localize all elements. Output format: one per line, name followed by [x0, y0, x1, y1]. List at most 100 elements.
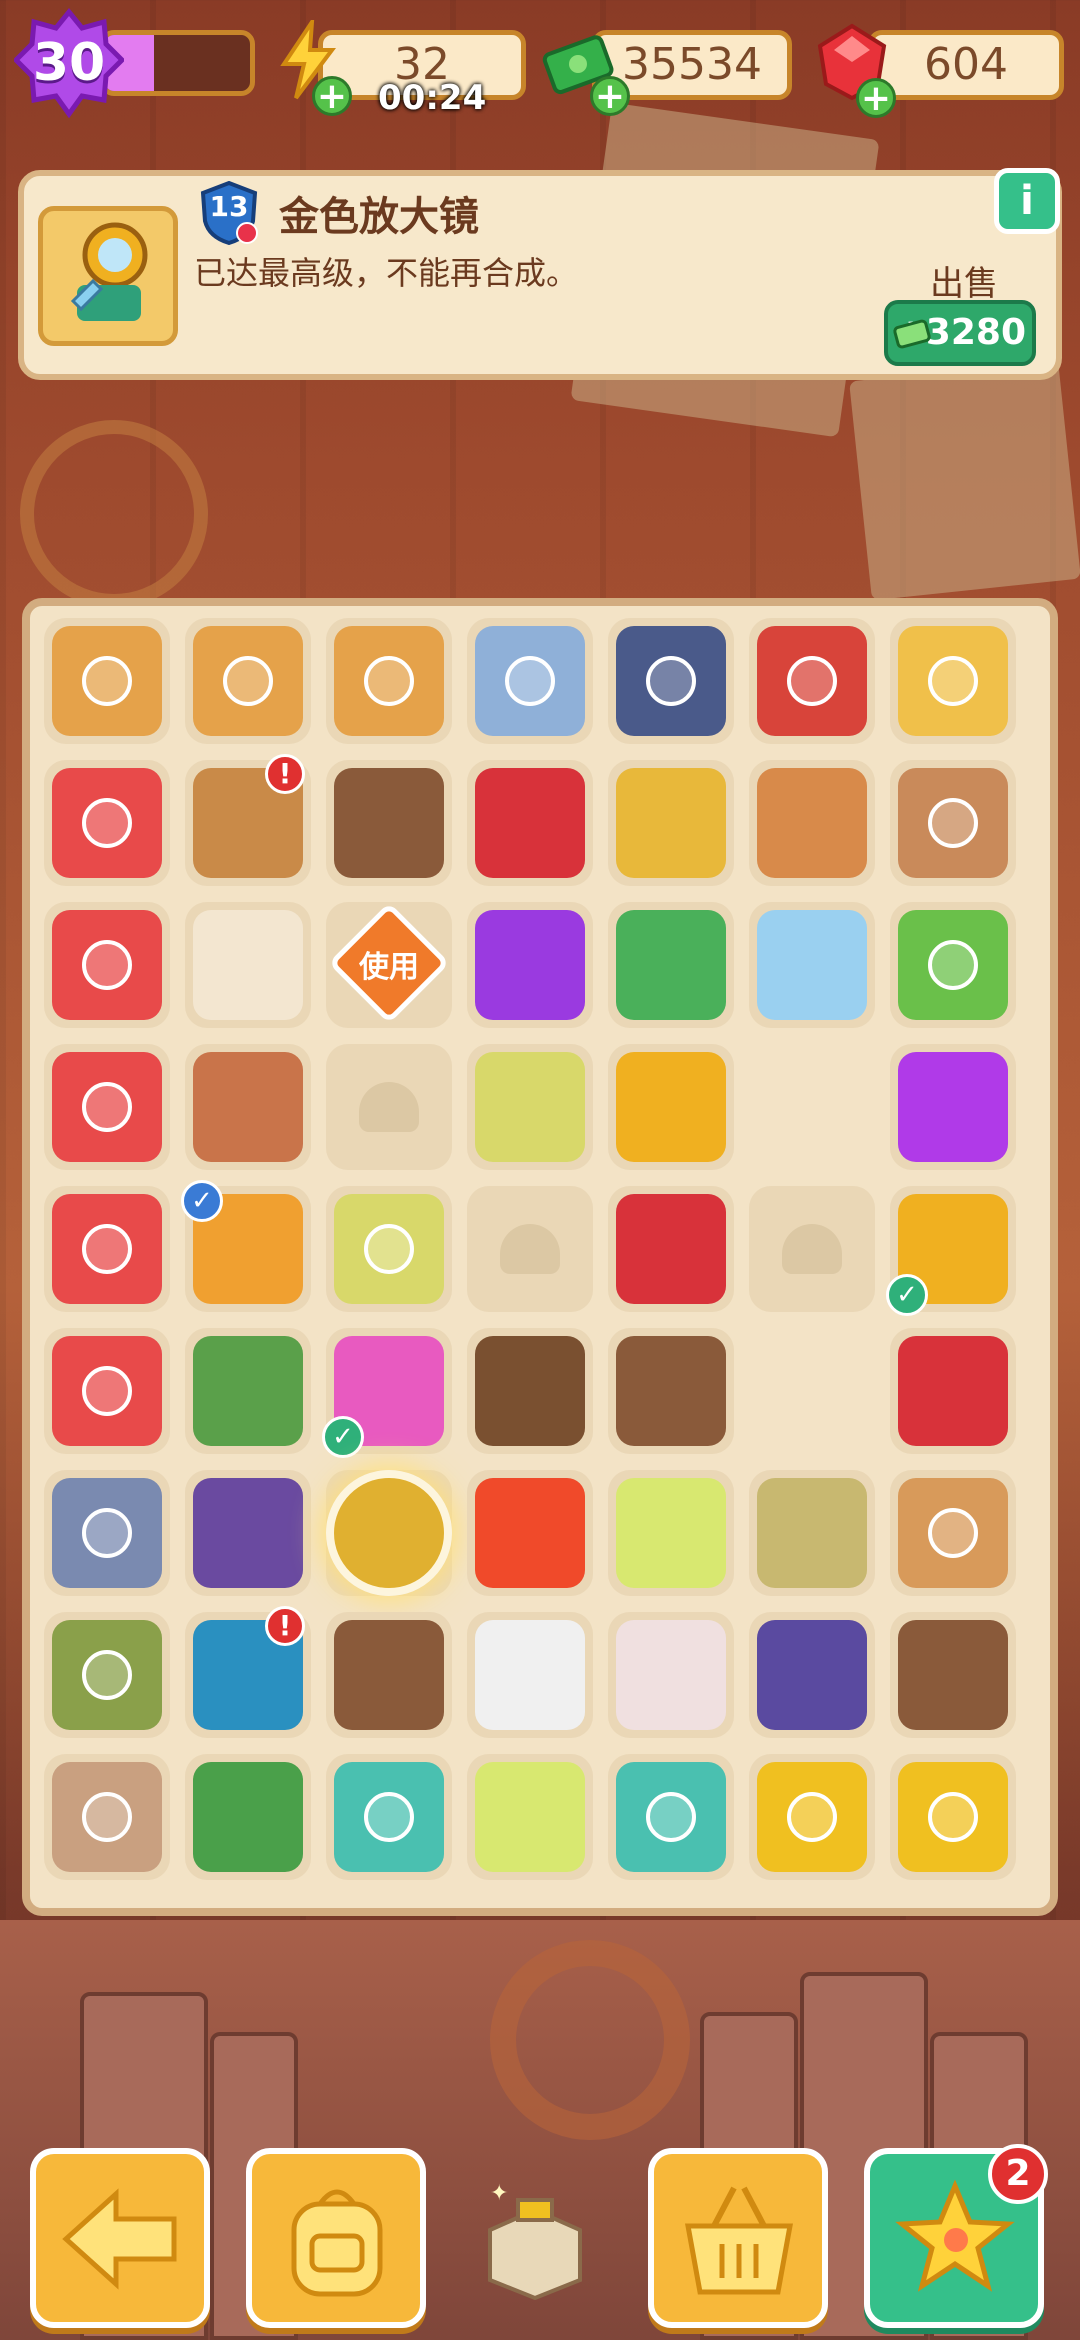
board-cell[interactable]: [185, 1470, 311, 1596]
locked-bubble-ring: [82, 656, 132, 706]
board-cell[interactable]: ✓: [322, 1328, 452, 1458]
empty-board-cell[interactable]: [467, 1186, 593, 1312]
trophy-icon: [334, 1478, 444, 1588]
board-cell[interactable]: [608, 1612, 734, 1738]
board-cell[interactable]: [185, 1044, 311, 1170]
locked-bubble-ring: [505, 656, 555, 706]
board-cell[interactable]: [185, 618, 311, 744]
board-cell[interactable]: [608, 760, 734, 886]
board-cell[interactable]: [608, 1754, 734, 1880]
board-cell[interactable]: [890, 1044, 1016, 1170]
board-cell[interactable]: [749, 1612, 875, 1738]
board-cell[interactable]: [44, 1044, 170, 1170]
board-cell[interactable]: [608, 618, 734, 744]
board-cell[interactable]: [467, 1754, 593, 1880]
leaf-placeholder-icon: [359, 1082, 419, 1132]
brown-folders-icon: [334, 768, 444, 878]
board-cell[interactable]: [326, 760, 452, 886]
white-glove-icon: [475, 1620, 585, 1730]
bonsai-icon: [193, 1336, 303, 1446]
spray-bottle-icon: [475, 1762, 585, 1872]
board-cell[interactable]: [326, 1186, 452, 1312]
board-cell[interactable]: [44, 1328, 170, 1454]
small-pot-icon: [193, 1052, 303, 1162]
board-cell[interactable]: [890, 618, 1016, 744]
add-cash-button[interactable]: +: [590, 76, 630, 116]
locked-bubble-ring: [928, 656, 978, 706]
board-cell[interactable]: [749, 618, 875, 744]
board-cell[interactable]: 使用: [326, 902, 452, 1028]
board-cell[interactable]: [467, 1044, 593, 1170]
board-cell[interactable]: [44, 1186, 170, 1312]
board-cell[interactable]: [467, 902, 593, 1028]
empty-board-cell[interactable]: [749, 1328, 875, 1454]
empty-board-cell[interactable]: [749, 1044, 875, 1170]
board-cell[interactable]: !: [185, 754, 311, 886]
locked-bubble-ring: [646, 656, 696, 706]
add-gems-button[interactable]: +: [856, 78, 896, 118]
board-cell[interactable]: [890, 1612, 1016, 1738]
board-cell[interactable]: [749, 1754, 875, 1880]
empty-board-cell[interactable]: [749, 1186, 875, 1312]
board-cell[interactable]: [467, 1612, 593, 1738]
info-button[interactable]: i: [994, 168, 1060, 234]
purple-gem-icon: [898, 1052, 1008, 1162]
magnifier-decor: [490, 1940, 690, 2140]
toolbox-icon[interactable]: ✦: [470, 2180, 600, 2300]
board-cell[interactable]: [467, 760, 593, 886]
leaf-placeholder-icon: [500, 1224, 560, 1274]
board-cell[interactable]: [467, 1470, 593, 1596]
board-cell[interactable]: [326, 618, 452, 744]
locked-bubble-ring: [928, 940, 978, 990]
board-cell[interactable]: [608, 1044, 734, 1170]
board-cell[interactable]: [185, 1754, 311, 1880]
board-cell[interactable]: [890, 902, 1016, 1028]
item-name: 金色放大镜: [279, 194, 479, 240]
backpack-button[interactable]: [246, 2148, 426, 2328]
locked-bubble-ring: [82, 1650, 132, 1700]
back-button[interactable]: [30, 2148, 210, 2328]
board-cell[interactable]: [44, 618, 170, 744]
shop-basket-button[interactable]: [648, 2148, 828, 2328]
board-cell[interactable]: [44, 760, 170, 886]
empty-board-cell[interactable]: [326, 1044, 452, 1170]
sell-button[interactable]: +3280: [884, 300, 1036, 366]
board-cell[interactable]: [608, 902, 734, 1028]
add-energy-button[interactable]: +: [312, 76, 352, 116]
board-cell[interactable]: [749, 1470, 875, 1596]
board-cell[interactable]: [890, 1470, 1016, 1596]
board-cell[interactable]: !: [185, 1606, 311, 1738]
merge-board: ! 使用 ✓ ✓ ✓!: [22, 598, 1058, 1916]
board-cell[interactable]: [326, 1470, 452, 1596]
board-cell[interactable]: [44, 1754, 170, 1880]
locked-bubble-ring: [82, 1508, 132, 1558]
board-cell[interactable]: [890, 760, 1016, 886]
locked-bubble-ring: [928, 798, 978, 848]
locked-bubble-ring: [646, 1792, 696, 1842]
bicycle-icon: [193, 1478, 303, 1588]
board-cell[interactable]: [890, 1328, 1016, 1454]
board-cell[interactable]: ✓: [886, 1186, 1016, 1316]
energy-orb-icon: [475, 1478, 585, 1588]
seeds-icon: [616, 768, 726, 878]
board-cell[interactable]: [44, 1470, 170, 1596]
locked-bubble-ring: [364, 656, 414, 706]
board-cell[interactable]: [185, 902, 311, 1028]
locked-bubble-ring: [82, 798, 132, 848]
board-cell[interactable]: [467, 1328, 593, 1454]
board-cell[interactable]: [44, 1612, 170, 1738]
board-cell[interactable]: [749, 760, 875, 886]
board-cell[interactable]: [608, 1470, 734, 1596]
star-rewards-button[interactable]: 2: [864, 2144, 1048, 2328]
leaf-outline-icon: [334, 1620, 444, 1730]
board-cell[interactable]: ✓: [181, 1180, 311, 1312]
board-cell[interactable]: [44, 902, 170, 1028]
board-cell[interactable]: [185, 1328, 311, 1454]
board-cell[interactable]: [890, 1754, 1016, 1880]
board-cell[interactable]: [749, 902, 875, 1028]
board-cell[interactable]: [326, 1612, 452, 1738]
board-cell[interactable]: [608, 1328, 734, 1454]
board-cell[interactable]: [467, 618, 593, 744]
board-cell[interactable]: [326, 1754, 452, 1880]
board-cell[interactable]: [608, 1186, 734, 1312]
